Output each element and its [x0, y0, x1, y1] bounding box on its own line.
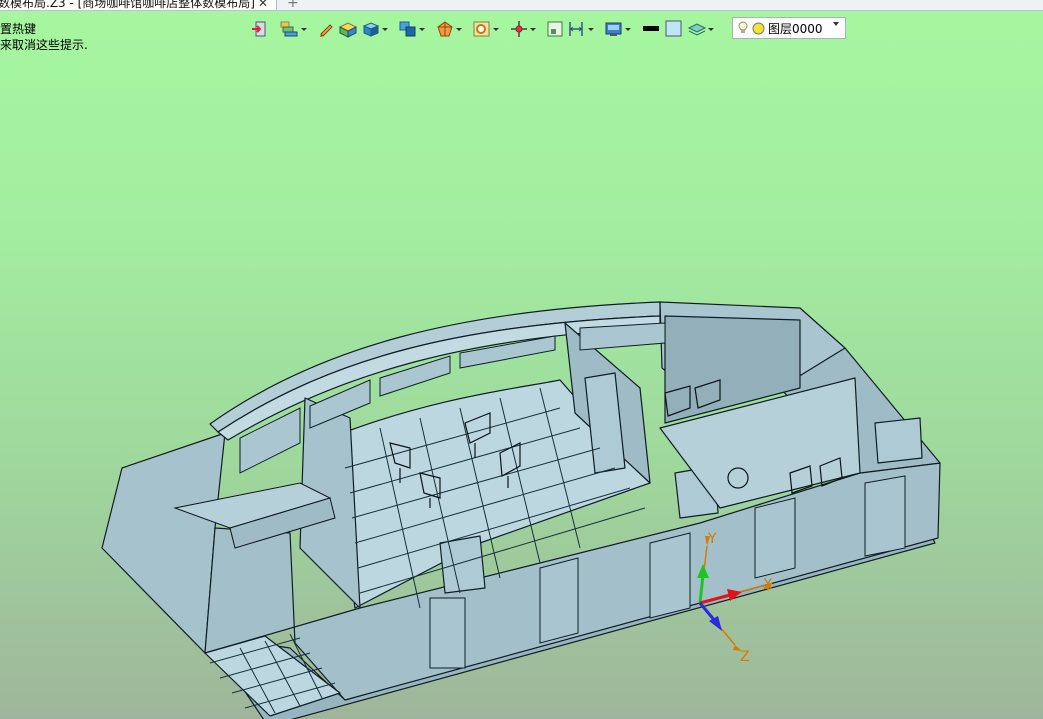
fill-color-swatch-icon	[665, 20, 682, 37]
layer-select[interactable]: 图层0000	[732, 17, 846, 39]
hotkey-hint-line-1: 置热键	[0, 22, 37, 36]
column-d	[874, 417, 923, 464]
chevron-down-icon[interactable]	[300, 19, 307, 39]
chevron-down-icon[interactable]	[418, 19, 425, 39]
dimension-icon	[569, 22, 583, 36]
dimension-button[interactable]	[567, 19, 594, 39]
zoom-button[interactable]	[472, 19, 499, 39]
column-b	[439, 535, 486, 594]
chevron-down-icon[interactable]	[833, 22, 839, 26]
layer-name: 图层0000	[768, 21, 823, 36]
exit-icon	[252, 21, 266, 37]
chevron-down-icon[interactable]	[381, 19, 388, 39]
view-toolbar	[250, 18, 714, 40]
frame-view-button[interactable]	[546, 19, 564, 39]
open-box-button[interactable]	[338, 19, 358, 39]
frame-icon	[547, 21, 563, 37]
cube-icon	[362, 22, 380, 37]
axis-label-x: X	[763, 577, 773, 593]
orbit-icon	[437, 21, 453, 37]
sketch-button[interactable]	[317, 19, 335, 39]
copy-solid-button[interactable]	[398, 19, 425, 39]
layer-manager-button[interactable]	[687, 19, 714, 39]
layers-stack-icon	[280, 21, 298, 37]
fill-color-button[interactable]	[664, 19, 684, 39]
layers-button[interactable]	[278, 19, 307, 39]
cafe-3d-model: Y X Z	[101, 301, 941, 719]
document-tab-bar: 数模布局.Z3 - [商场咖啡馆咖啡店整体数模布局] ✕ +	[0, 0, 1043, 11]
exit-button[interactable]	[250, 19, 268, 39]
left-end-wall	[101, 432, 226, 654]
chevron-down-icon[interactable]	[455, 19, 462, 39]
chevron-down-icon[interactable]	[529, 19, 536, 39]
line-color-button[interactable]	[641, 19, 661, 39]
solid-button[interactable]	[361, 19, 388, 39]
render-icon	[605, 22, 622, 36]
document-tab[interactable]: 数模布局.Z3 - [商场咖啡馆咖啡店整体数模布局] ✕	[0, 0, 277, 10]
zoom-icon	[473, 21, 490, 37]
chevron-down-icon[interactable]	[492, 19, 499, 39]
box-open-icon	[338, 22, 358, 38]
chevron-down-icon[interactable]	[707, 19, 714, 39]
line-color-swatch-icon	[643, 26, 659, 31]
document-tab-title: 数模布局.Z3 - [商场咖啡馆咖啡店整体数模布局]	[0, 0, 255, 10]
chevron-down-icon[interactable]	[624, 19, 631, 39]
chevron-down-icon[interactable]	[587, 19, 594, 39]
pencil-icon	[320, 24, 333, 37]
add-tab-icon[interactable]: +	[287, 0, 299, 11]
3d-viewport[interactable]: Y X Z	[0, 44, 1043, 719]
pan-button[interactable]	[509, 19, 536, 39]
stack-icon	[687, 23, 707, 36]
lightbulb-icon[interactable]	[737, 21, 749, 35]
layer-active-icon[interactable]	[752, 22, 765, 35]
axis-label-z: Z	[740, 649, 750, 665]
pan-icon	[511, 21, 527, 37]
close-tab-icon[interactable]: ✕	[258, 0, 268, 10]
axis-label-y: Y	[707, 531, 717, 547]
cube-copy-icon	[399, 21, 416, 37]
render-mode-button[interactable]	[604, 19, 631, 39]
rotate-view-button[interactable]	[435, 19, 462, 39]
